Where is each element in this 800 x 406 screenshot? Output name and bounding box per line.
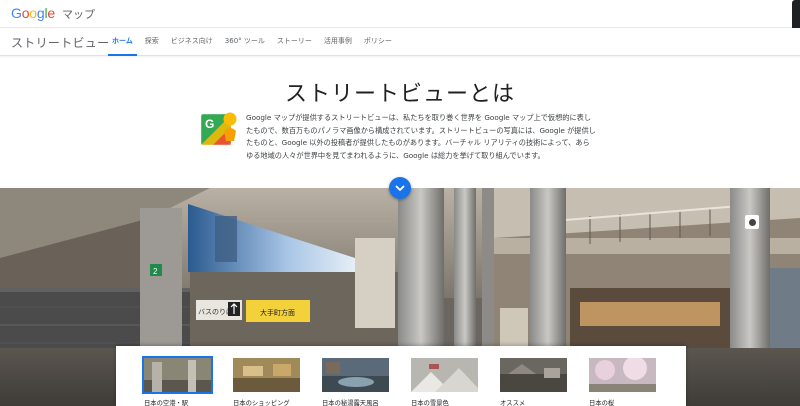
google-logo[interactable]: Google (11, 5, 55, 21)
featured-collections: 日本の空港・駅 日本のショッピング 日本の秘湯露天風呂 日本の雪景色 オススメ (116, 346, 686, 406)
top-brand-bar: Google マップ (0, 0, 800, 40)
street-view-pegman-icon: G (200, 111, 237, 147)
card-thumbnail (142, 356, 213, 394)
collection-card-shopping[interactable]: 日本のショッピング (233, 358, 300, 406)
card-thumbnail (411, 358, 478, 392)
logo-letter: G (11, 5, 22, 21)
svg-text:G: G (205, 117, 214, 131)
bus-terminal-sign: バスのりば (198, 307, 233, 316)
card-label: 日本の秘湯露天風呂 (322, 400, 379, 406)
scroll-down-button[interactable] (389, 177, 411, 199)
card-label: 日本の空港・駅 (144, 400, 189, 406)
collection-card-snow-scenery[interactable]: 日本の雪景色 (411, 358, 478, 406)
card-thumbnail (500, 358, 567, 392)
collection-card-cherry-blossoms[interactable]: 日本の桜 (589, 358, 656, 406)
card-label: オススメ (500, 400, 526, 406)
tab-business[interactable]: ビジネス向け (167, 28, 217, 56)
card-thumbnail (233, 358, 300, 392)
maps-product-label[interactable]: マップ (62, 6, 95, 22)
card-thumbnail (322, 358, 389, 392)
card-label: 日本の雪景色 (411, 400, 449, 406)
main-nav: ストリートビュー ホーム 探索 ビジネス向け 360° ツール ストーリー 活用… (0, 28, 800, 56)
card-thumbnail (589, 358, 656, 392)
exit-number-sign: 2 (153, 267, 158, 276)
tab-policy[interactable]: ポリシー (360, 28, 396, 56)
page-title: ストリートビューとは (284, 82, 515, 107)
compass-icon[interactable] (745, 215, 759, 229)
collection-card-recommended[interactable]: オススメ (500, 358, 567, 406)
card-label: 日本のショッピング (233, 400, 290, 406)
chevron-down-icon (395, 185, 405, 191)
tab-home[interactable]: ホーム (108, 28, 137, 56)
tab-explore[interactable]: 探索 (141, 28, 163, 56)
nav-tabs: ホーム 探索 ビジネス向け 360° ツール ストーリー 活用事例 ポリシー (108, 28, 400, 56)
collection-card-airports[interactable]: 日本の空港・駅 (142, 356, 213, 406)
tab-case-studies[interactable]: 活用事例 (320, 28, 356, 56)
collection-card-hot-springs[interactable]: 日本の秘湯露天風呂 (322, 358, 389, 406)
card-label: 日本の桜 (589, 400, 615, 406)
tab-360-tools[interactable]: 360° ツール (221, 28, 269, 56)
tab-stories[interactable]: ストーリー (273, 28, 316, 56)
logo-letter: e (47, 5, 55, 21)
logo-letter: o (29, 5, 37, 21)
intro-paragraph: Google マップが提供するストリートビューは、私たちを取り巻く世界を Goo… (246, 113, 596, 160)
otemachi-direction-sign: 大手町方面 (260, 308, 295, 317)
page-product-title[interactable]: ストリートビュー (11, 34, 109, 51)
